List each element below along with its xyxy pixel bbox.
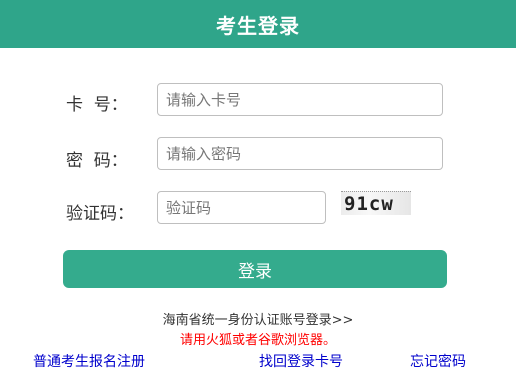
captcha-image[interactable]: 91cw [341, 191, 411, 215]
password-label: 密 码： [66, 151, 128, 171]
login-header: 考生登录 [0, 0, 516, 48]
login-button[interactable]: 登录 [63, 250, 447, 288]
captcha-input[interactable] [157, 191, 326, 224]
sso-login-link[interactable]: 海南省统一身份认证账号登录>> [0, 309, 516, 328]
register-link[interactable]: 普通考生报名注册 [33, 351, 145, 371]
page-title: 考生登录 [216, 13, 300, 38]
browser-notice: 请用火狐或者谷歌浏览器。 [179, 333, 336, 348]
password-input[interactable] [157, 137, 443, 170]
card-number-label: 卡 号： [66, 95, 128, 115]
card-number-input[interactable] [157, 83, 443, 116]
forgot-password-link[interactable]: 忘记密码 [410, 351, 466, 371]
recover-card-link[interactable]: 找回登录卡号 [259, 351, 343, 371]
captcha-label: 验证码： [66, 204, 134, 224]
